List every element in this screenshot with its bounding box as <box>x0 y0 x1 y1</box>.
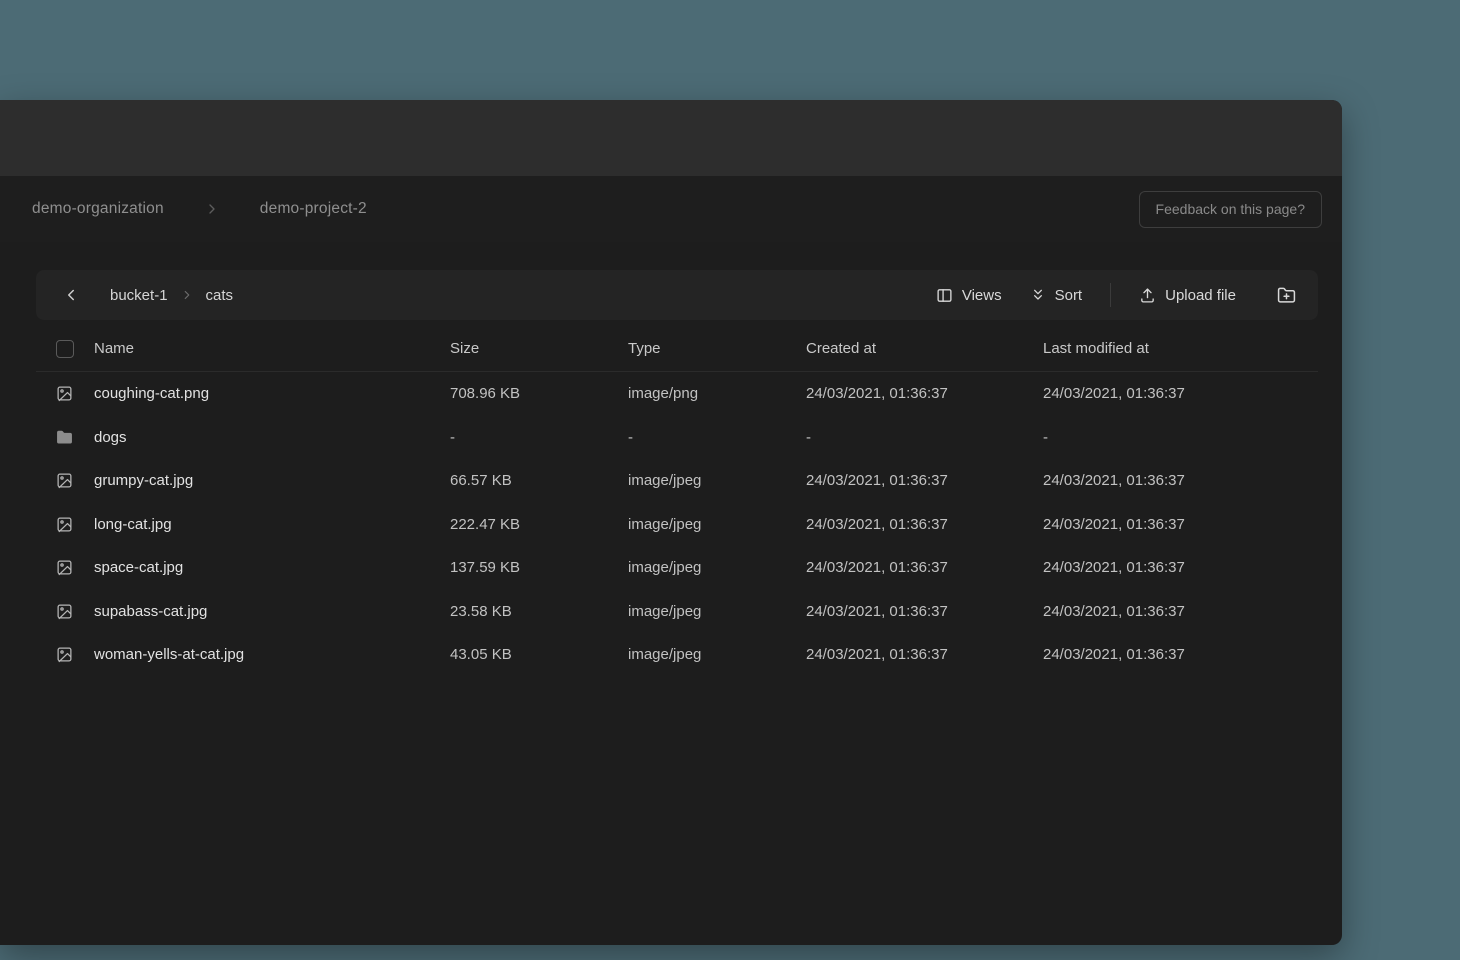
toolbar-actions: Views Sort Upload file <box>922 278 1304 312</box>
columns-layout-icon <box>936 287 953 304</box>
cell-modified: 24/03/2021, 01:36:37 <box>1043 559 1298 576</box>
views-button[interactable]: Views <box>922 279 1016 312</box>
column-header-last-modified-at[interactable]: Last modified at <box>1043 340 1298 357</box>
cell-name: grumpy-cat.jpg <box>94 472 450 489</box>
table-row[interactable]: grumpy-cat.jpg 66.57 KB image/jpeg 24/03… <box>36 459 1318 503</box>
file-browser: bucket-1 cats Views Sort <box>36 270 1318 677</box>
explorer-toolbar: bucket-1 cats Views Sort <box>36 270 1318 320</box>
cell-modified: 24/03/2021, 01:36:37 <box>1043 603 1298 620</box>
table-row[interactable]: long-cat.jpg 222.47 KB image/jpeg 24/03/… <box>36 503 1318 547</box>
cell-modified: 24/03/2021, 01:36:37 <box>1043 646 1298 663</box>
cell-name: supabass-cat.jpg <box>94 603 450 620</box>
cell-type: image/jpeg <box>628 646 806 663</box>
breadcrumb-project[interactable]: demo-project-2 <box>260 200 367 218</box>
upload-file-button-label: Upload file <box>1165 287 1236 304</box>
table-row[interactable]: coughing-cat.png 708.96 KB image/png 24/… <box>36 372 1318 416</box>
path-breadcrumb: bucket-1 cats <box>110 287 233 304</box>
cell-modified: 24/03/2021, 01:36:37 <box>1043 385 1298 402</box>
cell-created: 24/03/2021, 01:36:37 <box>806 559 1043 576</box>
file-table-body: coughing-cat.png 708.96 KB image/png 24/… <box>36 372 1318 677</box>
cell-name: space-cat.jpg <box>94 559 450 576</box>
cell-created: 24/03/2021, 01:36:37 <box>806 385 1043 402</box>
upload-icon <box>1139 287 1156 304</box>
cell-name: woman-yells-at-cat.jpg <box>94 646 450 663</box>
cell-size: 137.59 KB <box>450 559 628 576</box>
chevron-right-icon <box>180 288 194 302</box>
image-icon <box>56 603 94 620</box>
image-icon <box>56 472 94 489</box>
cell-type: image/jpeg <box>628 472 806 489</box>
chevrons-down-icon <box>1030 287 1046 303</box>
back-button[interactable] <box>58 282 84 308</box>
sort-button[interactable]: Sort <box>1016 279 1097 312</box>
cell-modified: 24/03/2021, 01:36:37 <box>1043 472 1298 489</box>
cell-name: dogs <box>94 429 450 446</box>
table-row[interactable]: space-cat.jpg 137.59 KB image/jpeg 24/03… <box>36 546 1318 590</box>
image-icon <box>56 646 94 663</box>
path-segment-folder[interactable]: cats <box>206 287 234 304</box>
org-breadcrumb-bar: demo-organization demo-project-2 Feedbac… <box>0 176 1342 242</box>
table-row[interactable]: supabass-cat.jpg 23.58 KB image/jpeg 24/… <box>36 590 1318 634</box>
chevron-right-icon <box>204 201 220 217</box>
feedback-button[interactable]: Feedback on this page? <box>1139 191 1322 228</box>
column-header-type[interactable]: Type <box>628 340 806 357</box>
toolbar-divider <box>1110 283 1111 307</box>
cell-size: - <box>450 429 628 446</box>
cell-created: 24/03/2021, 01:36:37 <box>806 516 1043 533</box>
cell-size: 43.05 KB <box>450 646 628 663</box>
table-row[interactable]: dogs - - - - <box>36 416 1318 460</box>
cell-created: 24/03/2021, 01:36:37 <box>806 472 1043 489</box>
image-icon <box>56 385 94 402</box>
image-icon <box>56 559 94 576</box>
folder-icon <box>56 429 94 446</box>
cell-type: image/jpeg <box>628 603 806 620</box>
path-segment-bucket[interactable]: bucket-1 <box>110 287 168 304</box>
header-checkbox-cell <box>56 340 94 358</box>
cell-type: - <box>628 429 806 446</box>
table-header-row: Name Size Type Created at Last modified … <box>36 326 1318 372</box>
cell-type: image/png <box>628 385 806 402</box>
cell-created: 24/03/2021, 01:36:37 <box>806 646 1043 663</box>
app-window: demo-organization demo-project-2 Feedbac… <box>0 100 1342 945</box>
image-icon <box>56 516 94 533</box>
cell-size: 23.58 KB <box>450 603 628 620</box>
chevron-left-icon <box>62 286 80 304</box>
column-header-created-at[interactable]: Created at <box>806 340 1043 357</box>
folder-plus-icon <box>1277 286 1296 305</box>
upload-file-button[interactable]: Upload file <box>1125 279 1250 312</box>
cell-modified: - <box>1043 429 1298 446</box>
create-folder-button[interactable] <box>1268 278 1304 312</box>
cell-size: 66.57 KB <box>450 472 628 489</box>
cell-created: - <box>806 429 1043 446</box>
cell-created: 24/03/2021, 01:36:37 <box>806 603 1043 620</box>
cell-size: 708.96 KB <box>450 385 628 402</box>
window-topbar <box>0 100 1342 176</box>
cell-size: 222.47 KB <box>450 516 628 533</box>
cell-type: image/jpeg <box>628 516 806 533</box>
table-row[interactable]: woman-yells-at-cat.jpg 43.05 KB image/jp… <box>36 633 1318 677</box>
cell-type: image/jpeg <box>628 559 806 576</box>
cell-name: long-cat.jpg <box>94 516 450 533</box>
cell-modified: 24/03/2021, 01:36:37 <box>1043 516 1298 533</box>
column-header-size[interactable]: Size <box>450 340 628 357</box>
sort-button-label: Sort <box>1055 287 1083 304</box>
select-all-checkbox[interactable] <box>56 340 74 358</box>
cell-name: coughing-cat.png <box>94 385 450 402</box>
views-button-label: Views <box>962 287 1002 304</box>
column-header-name[interactable]: Name <box>94 340 450 357</box>
breadcrumb-organization[interactable]: demo-organization <box>32 200 164 218</box>
